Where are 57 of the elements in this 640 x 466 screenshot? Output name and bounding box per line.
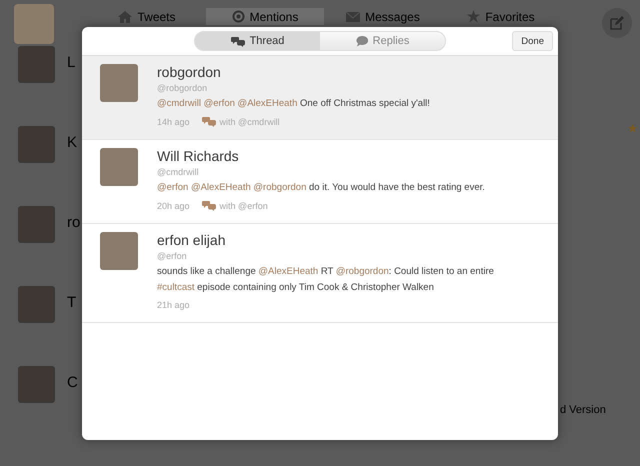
timestamp: 20h ago bbox=[157, 200, 190, 210]
avatar-photo bbox=[18, 46, 55, 83]
tweet-row[interactable]: robgordon @robgordon @cmdrwill @erfon @AlexEHeath One off Christmas special y'all! 14h ago with @cmdrwill bbox=[82, 56, 558, 140]
nav-tab[interactable]: Mentions bbox=[206, 8, 324, 25]
done-button[interactable]: Done bbox=[512, 31, 553, 51]
tweet-text: @cmdrwill @erfon @AlexEHeath One off Christmas special y'all! bbox=[157, 97, 431, 111]
avatar-photo bbox=[100, 64, 138, 102]
star-icon bbox=[467, 10, 480, 23]
avatar-photo bbox=[18, 206, 55, 243]
house-icon bbox=[118, 10, 132, 22]
user-handle: @cmdrwill bbox=[157, 167, 200, 177]
user-name: robgordon bbox=[157, 64, 222, 80]
mention-link[interactable]: @erfon bbox=[157, 182, 188, 193]
nav-tab[interactable]: Tweets bbox=[88, 8, 206, 25]
star-icon bbox=[628, 124, 637, 133]
mention-link[interactable]: @robgordon bbox=[336, 266, 389, 277]
avatar-photo bbox=[100, 148, 138, 186]
segment-tab[interactable]: Replies bbox=[320, 32, 445, 50]
tweet-row[interactable]: Will Richards @cmdrwill @erfon @AlexEHeath @robgordon do it. You would have the best rating ever. 20h ago with @erfon bbox=[82, 140, 558, 224]
avatar-photo bbox=[100, 232, 138, 270]
tweet-text: @erfon @AlexEHeath @robgordon do it. You would have the best rating ever. bbox=[157, 181, 486, 195]
conversation-icon bbox=[202, 200, 216, 211]
nav-tab[interactable]: Favorites bbox=[442, 8, 560, 25]
mention-link[interactable]: @AlexEHeath bbox=[238, 98, 298, 109]
user-name: K bbox=[67, 134, 78, 153]
avatar-photo bbox=[18, 286, 55, 323]
mention-link[interactable]: @cmdrwill bbox=[157, 98, 201, 109]
timestamp: 21h ago bbox=[157, 300, 190, 310]
user-name: erfon elijah bbox=[157, 232, 226, 248]
conversation-link[interactable]: with @cmdrwill bbox=[202, 116, 280, 127]
mention-link[interactable]: @robgordon bbox=[253, 182, 306, 193]
user-name: L bbox=[67, 54, 76, 73]
timestamp: 14h ago bbox=[157, 116, 190, 126]
user-name: C bbox=[67, 374, 78, 393]
tweet-text: sounds like a challenge @AlexEHeath RT @robgordon: Could listen to an entire #cultcast episode containing only Tim Cook & Christopher Walken bbox=[157, 265, 495, 295]
avatar-photo bbox=[18, 366, 55, 403]
user-handle: @erfon bbox=[157, 251, 188, 261]
user-name: Will Richards bbox=[157, 148, 240, 164]
conversation-link[interactable]: with @erfon bbox=[202, 200, 268, 211]
mention-link[interactable]: @erfon bbox=[204, 98, 235, 109]
compose-button[interactable] bbox=[602, 8, 632, 38]
speech-bubbles-icon bbox=[230, 36, 245, 46]
tweet-text: d Version bbox=[560, 404, 606, 416]
envelope-icon bbox=[346, 12, 360, 22]
user-handle: @robgordon bbox=[157, 83, 208, 93]
mention-link[interactable]: @AlexEHeath bbox=[190, 182, 251, 193]
nav-tab[interactable]: Messages bbox=[324, 8, 442, 25]
compose-icon bbox=[610, 16, 624, 30]
user-name: T bbox=[67, 294, 76, 313]
avatar-photo bbox=[18, 126, 55, 163]
segment-tab[interactable]: Thread bbox=[195, 32, 320, 50]
hashtag-link[interactable]: #cultcast bbox=[157, 282, 194, 293]
tweet-row[interactable]: erfon elijah @erfon sounds like a challenge @AlexEHeath RT @robgordon: Could listen to an entire #cultcast episode containing only Tim Cook & Christopher Walken 21h ago bbox=[82, 224, 558, 323]
conversation-icon bbox=[202, 116, 216, 127]
user-name: ro bbox=[67, 214, 80, 233]
mention-link[interactable]: @AlexEHeath bbox=[258, 266, 318, 277]
speech-bubble-icon bbox=[356, 36, 368, 46]
